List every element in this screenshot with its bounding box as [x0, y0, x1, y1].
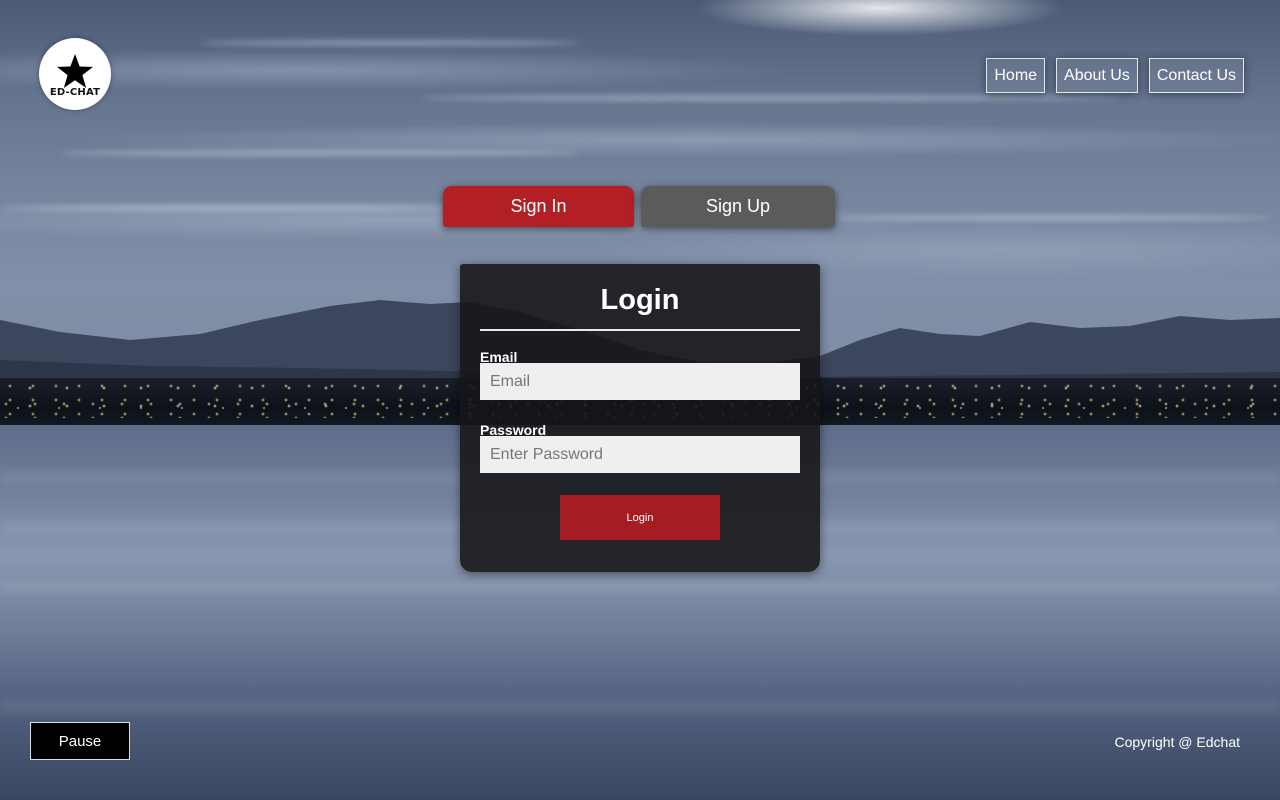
login-button[interactable]: Login: [560, 495, 720, 540]
top-navigation: Home About Us Contact Us: [986, 58, 1244, 93]
cloud-streak: [60, 150, 580, 156]
cloud-streak: [830, 215, 1270, 221]
nav-about-us-button[interactable]: About Us: [1056, 58, 1138, 93]
nav-home-button[interactable]: Home: [986, 58, 1046, 93]
password-field[interactable]: [480, 436, 800, 473]
pause-button[interactable]: Pause: [30, 722, 130, 760]
water-ripple: [0, 700, 1280, 714]
title-divider: [480, 329, 800, 331]
cloud-streak: [420, 95, 1120, 101]
water-ripple: [0, 580, 1280, 594]
nav-contact-us-button[interactable]: Contact Us: [1148, 58, 1244, 93]
cloud-streak: [0, 205, 460, 211]
copyright-text: Copyright @ Edchat: [1114, 734, 1241, 750]
tab-sign-in[interactable]: Sign In: [443, 186, 634, 227]
cloud-streak: [200, 40, 580, 46]
email-field[interactable]: [480, 363, 800, 400]
login-form: Login Email Password Login: [460, 264, 820, 572]
tab-sign-up[interactable]: Sign Up: [641, 186, 835, 227]
star-icon: [57, 53, 93, 88]
logo-text: ED-CHAT: [49, 86, 101, 98]
auth-tabs: Sign In Sign Up: [443, 186, 835, 227]
edchat-logo[interactable]: ED-CHAT: [39, 38, 111, 110]
login-title: Login: [600, 284, 680, 316]
